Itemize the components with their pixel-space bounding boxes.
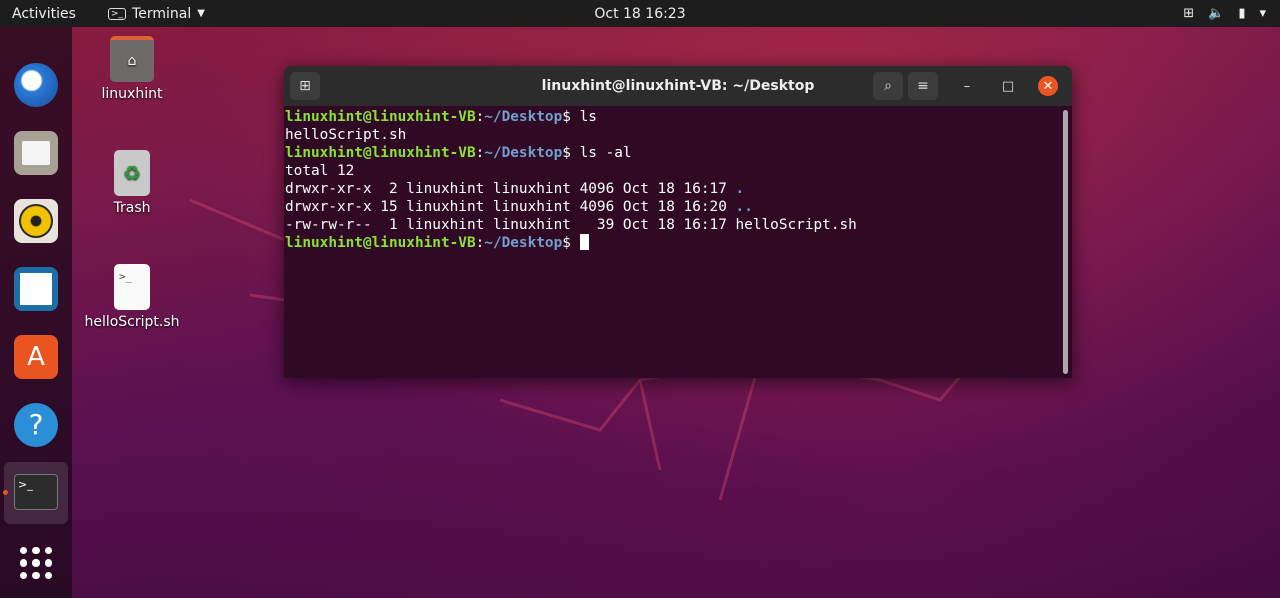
desktop-icon-home[interactable]: ⌂ linuxhint (84, 36, 180, 102)
output-text: drwxr-xr-x 15 linuxhint linuxhint 4096 O… (285, 199, 736, 215)
trash-icon: ♻ (114, 150, 150, 196)
desktop-icon-trash[interactable]: ♻ Trash (84, 150, 180, 216)
output-text: -rw-rw-r-- 1 linuxhint linuxhint 39 Oct … (285, 217, 857, 233)
terminal-dock-active[interactable]: >_ (3, 462, 68, 524)
icon-label: Trash (113, 200, 151, 216)
prompt-path: ~/Desktop (484, 109, 563, 125)
terminal-icon: >_ (108, 7, 127, 20)
close-button[interactable]: ✕ (1038, 76, 1058, 96)
prompt-path: ~/Desktop (484, 235, 563, 251)
clock[interactable]: Oct 18 16:23 (594, 6, 685, 22)
scrollbar[interactable] (1063, 110, 1068, 374)
maximize-button[interactable]: □ (998, 76, 1018, 96)
output-line: drwxr-xr-x 2 linuxhint linuxhint 4096 Oc… (285, 180, 1071, 198)
power-menu-icon: ▾ (1259, 6, 1266, 21)
search-button[interactable]: ⌕ (873, 72, 903, 100)
prompt-line: linuxhint@linuxhint-VB:~/Desktop$ ls -al (285, 145, 632, 161)
terminal-output[interactable]: linuxhint@linuxhint-VB:~/Desktop$ ls hell… (284, 106, 1072, 254)
dock: A ? >_ (0, 27, 72, 598)
prompt-line: linuxhint@linuxhint-VB:~/Desktop$ (285, 234, 1071, 252)
activities-button[interactable]: Activities (12, 6, 76, 22)
app-menu-label: Terminal (132, 5, 192, 22)
output-text: helloScript.sh (285, 127, 407, 143)
home-folder-icon: ⌂ (110, 36, 154, 82)
prompt-path: ~/Desktop (484, 145, 563, 161)
show-applications-icon[interactable] (20, 547, 52, 579)
minimize-button[interactable]: – (957, 76, 977, 96)
software-icon[interactable]: A (14, 335, 58, 379)
terminal-icon: >_ (14, 474, 58, 510)
volume-icon: 🔈 (1208, 6, 1225, 21)
menu-button[interactable]: ≡ (908, 72, 938, 100)
output-line: -rw-rw-r-- 1 linuxhint linuxhint 39 Oct … (285, 216, 1071, 234)
running-indicator (3, 490, 8, 495)
command: ls -al (579, 145, 632, 161)
battery-icon: ▮ (1238, 6, 1246, 21)
system-tray[interactable]: ⊞ 🔈 ▮ ▾ (1183, 6, 1266, 21)
output-text: drwxr-xr-x 2 linuxhint linuxhint 4096 Oc… (285, 181, 736, 197)
prompt-user: linuxhint@linuxhint-VB (285, 235, 476, 251)
icon-label: helloScript.sh (84, 314, 180, 330)
icon-label: linuxhint (101, 86, 163, 102)
prompt-line: linuxhint@linuxhint-VB:~/Desktop$ ls (285, 109, 597, 125)
desktop-icon-helloscript[interactable]: >_ helloScript.sh (84, 264, 180, 330)
output-line: helloScript.sh (285, 126, 1071, 144)
top-bar: Activities >_ Terminal ▼ Oct 18 16:23 ⊞ 🔈 ▮ ▾ (0, 0, 1280, 27)
new-tab-button[interactable]: ⊞ (290, 72, 320, 100)
rhythmbox-icon[interactable] (14, 199, 58, 243)
output-line: drwxr-xr-x 15 linuxhint linuxhint 4096 O… (285, 198, 1071, 216)
chevron-down-icon: ▼ (197, 8, 205, 19)
thunderbird-icon[interactable] (14, 63, 58, 107)
app-menu[interactable]: >_ Terminal ▼ (108, 6, 205, 22)
terminal-titlebar[interactable]: ⊞ linuxhint@linuxhint-VB: ~/Desktop ⌕ ≡ … (284, 66, 1072, 106)
terminal-window[interactable]: ⊞ linuxhint@linuxhint-VB: ~/Desktop ⌕ ≡ … (284, 66, 1072, 378)
dir-name: .. (735, 199, 753, 215)
prompt-user: linuxhint@linuxhint-VB (285, 145, 476, 161)
command: ls (579, 109, 597, 125)
network-icon: ⊞ (1183, 6, 1195, 21)
output-line: total 12 (285, 162, 1071, 180)
window-title: linuxhint@linuxhint-VB: ~/Desktop (541, 78, 815, 94)
cursor (579, 234, 589, 250)
help-icon[interactable]: ? (14, 403, 58, 447)
files-icon[interactable] (14, 131, 58, 175)
output-text: total 12 (285, 163, 355, 179)
script-file-icon: >_ (114, 264, 150, 310)
writer-icon[interactable] (14, 267, 58, 311)
dir-name: . (735, 181, 745, 197)
prompt-user: linuxhint@linuxhint-VB (285, 109, 476, 125)
